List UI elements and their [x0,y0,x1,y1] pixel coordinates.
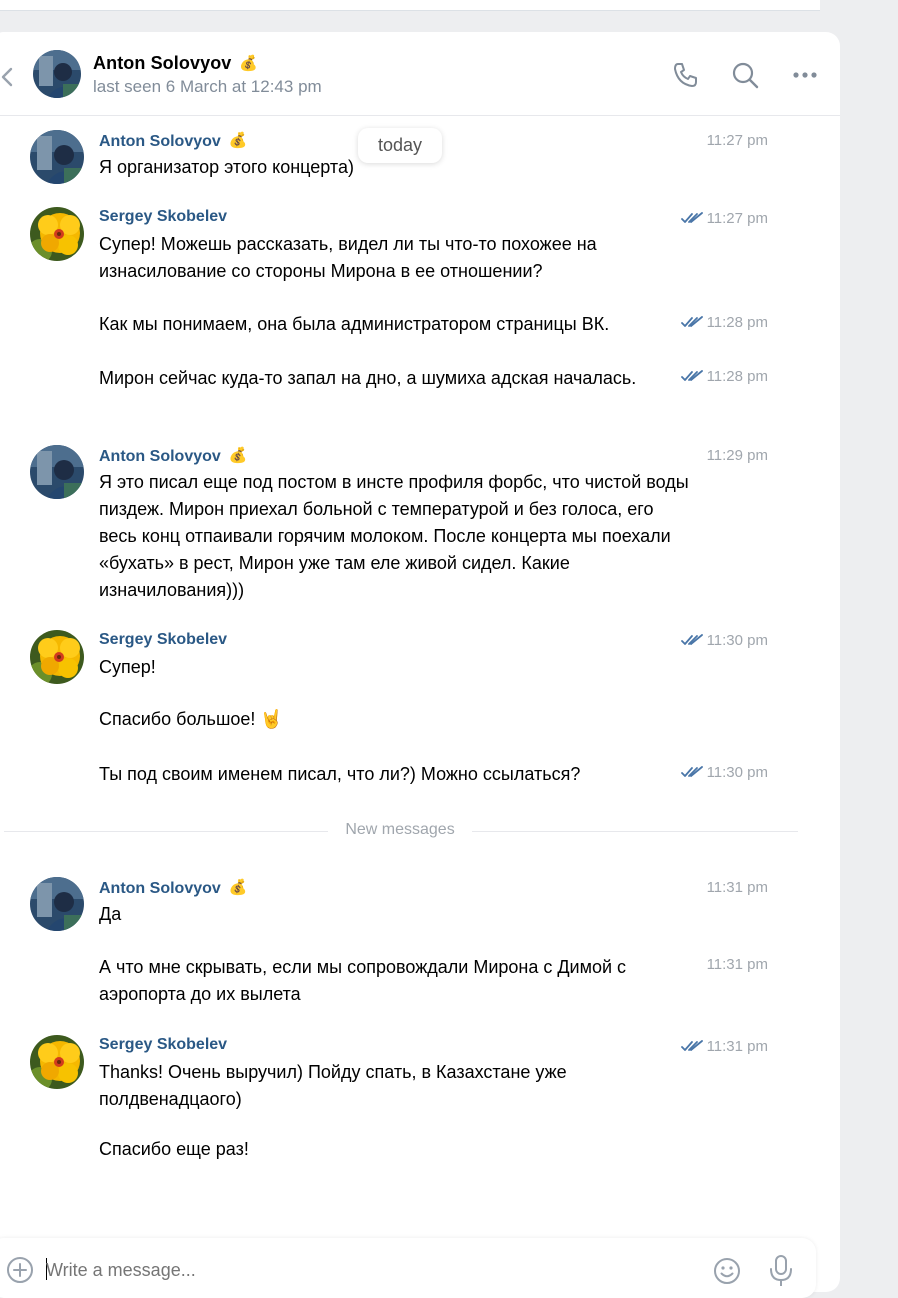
smile-icon[interactable] [712,1256,742,1286]
message-author[interactable]: Sergey Skobelev [99,208,227,226]
message-text: Спасибо большое! 🤘 [99,709,283,729]
phone-icon[interactable] [670,60,700,90]
message-author[interactable]: Sergey Skobelev [99,1036,227,1054]
double-check-icon [680,212,703,223]
message-author[interactable]: Sergey Skobelev [99,631,227,649]
message-text: Мирон сейчас куда-то запал на дно, а шум… [99,368,637,388]
avatar[interactable] [30,1035,84,1089]
message-text: Да [99,904,122,924]
message-text: Как мы понимаем, она была администраторо… [99,314,610,334]
message-time[interactable]: 11:31 pm [707,956,768,973]
double-check-icon [680,316,703,327]
message-author[interactable]: Anton Solovyov 💰 [99,131,247,151]
message-text: Thanks! Очень выручил) Пойду спать, в Ка… [99,1062,567,1109]
avatar[interactable] [30,630,84,684]
microphone-icon[interactable] [768,1254,794,1288]
message-time[interactable]: 11:30 pm [680,632,768,649]
contact-name[interactable]: Anton Solovyov 💰 [93,53,258,74]
message-time[interactable]: 11:27 pm [680,210,768,227]
double-check-icon [680,370,703,381]
message-time[interactable]: 11:31 pm [680,1038,768,1055]
message-time[interactable]: 11:28 pm [680,314,768,331]
avatar[interactable] [30,207,84,261]
avatar[interactable] [33,50,81,98]
message-input[interactable] [46,1260,546,1281]
back-icon[interactable] [0,66,14,88]
message-time[interactable]: 11:31 pm [707,879,768,896]
double-check-icon [680,766,703,777]
top-strip [0,0,820,11]
message-text: Супер! [99,657,156,677]
message-composer [0,1238,816,1298]
date-pill: today [358,128,442,163]
last-seen-status: last seen 6 March at 12:43 pm [93,77,322,96]
money-bag-badge: 💰 [228,132,248,149]
money-bag-badge: 💰 [228,447,248,464]
search-icon[interactable] [730,60,760,90]
double-check-icon [680,1040,703,1051]
message-text: Спасибо еще раз! [99,1139,249,1159]
avatar[interactable] [30,130,84,184]
message-text: Супер! Можешь рассказать, видел ли ты чт… [99,234,597,281]
message-time[interactable]: 11:30 pm [680,764,768,781]
avatar[interactable] [30,877,84,931]
message-time[interactable]: 11:29 pm [707,447,768,464]
message-author[interactable]: Anton Solovyov 💰 [99,878,247,898]
avatar[interactable] [30,445,84,499]
message-author[interactable]: Anton Solovyov 💰 [99,446,247,466]
message-text: А что мне скрывать, если мы сопровождали… [99,957,627,1004]
more-icon[interactable] [790,60,820,90]
money-bag-badge: 💰 [239,55,259,72]
chat-header: Anton Solovyov 💰 last seen 6 March at 12:… [0,32,840,116]
new-messages-label: New messages [328,821,472,839]
message-time[interactable]: 11:27 pm [707,132,768,149]
message-text: Я это писал еще под постом в инсте профи… [99,472,689,600]
double-check-icon [680,634,703,645]
money-bag-badge: 💰 [228,879,248,896]
message-text: Ты под своим именем писал, что ли?) Можн… [99,764,581,784]
message-time[interactable]: 11:28 pm [680,368,768,385]
